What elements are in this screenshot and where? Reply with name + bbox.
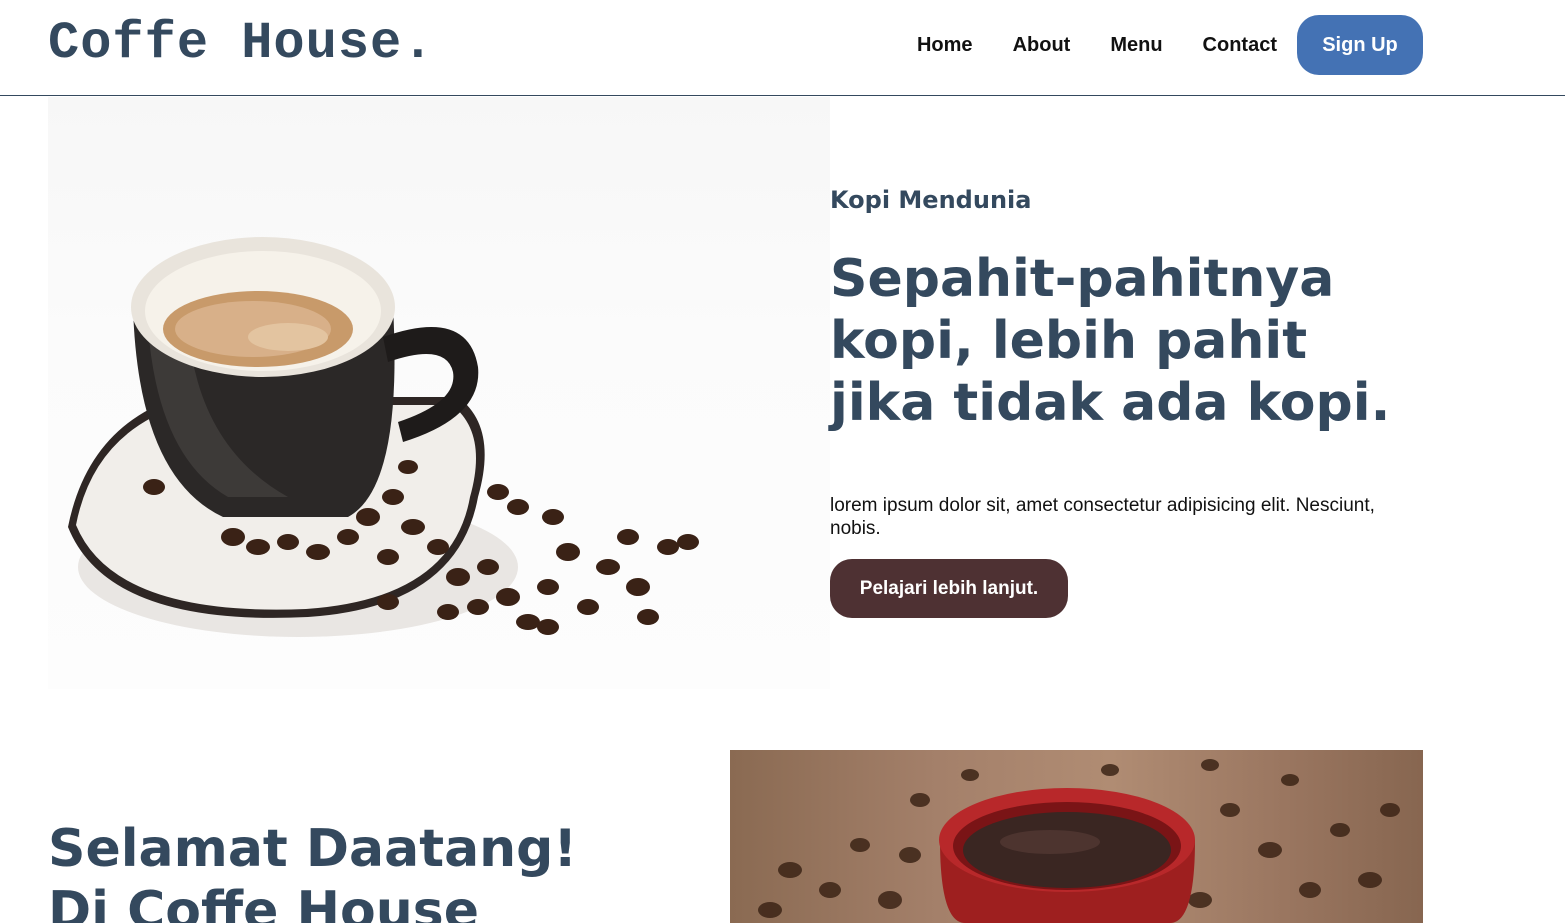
hero-coffee-image — [48, 97, 830, 689]
learn-more-button[interactable]: Pelajari lebih lanjut. — [830, 559, 1068, 618]
nav-contact[interactable]: Contact — [1203, 34, 1277, 57]
site-header: Coffe House. Home About Menu Contact Sig… — [0, 0, 1565, 96]
hero-lead-text: lorem ipsum dolor sit, amet consectetur … — [830, 495, 1375, 539]
main-nav: Home About Menu Contact Sign Up — [917, 15, 1423, 75]
nav-home[interactable]: Home — [917, 34, 973, 57]
sign-up-button[interactable]: Sign Up — [1297, 15, 1423, 75]
nav-menu[interactable]: Menu — [1110, 34, 1162, 57]
welcome-line-2: Di Coffe House — [48, 881, 479, 923]
welcome-heading: Selamat Daatang! Di Coffe House — [48, 818, 688, 923]
hero-headline: Sepahit-pahitnya kopi, lebih pahit jika … — [830, 249, 1391, 433]
coffee-cup-with-beans-image — [68, 237, 699, 637]
site-logo[interactable]: Coffe House. — [48, 14, 434, 73]
nav-about[interactable]: About — [1013, 34, 1071, 57]
welcome-coffee-image — [730, 750, 1423, 923]
hero-eyebrow: Kopi Mendunia — [830, 186, 1032, 214]
welcome-line-1: Selamat Daatang! — [48, 819, 578, 879]
red-coffee-cup-image — [758, 759, 1400, 923]
